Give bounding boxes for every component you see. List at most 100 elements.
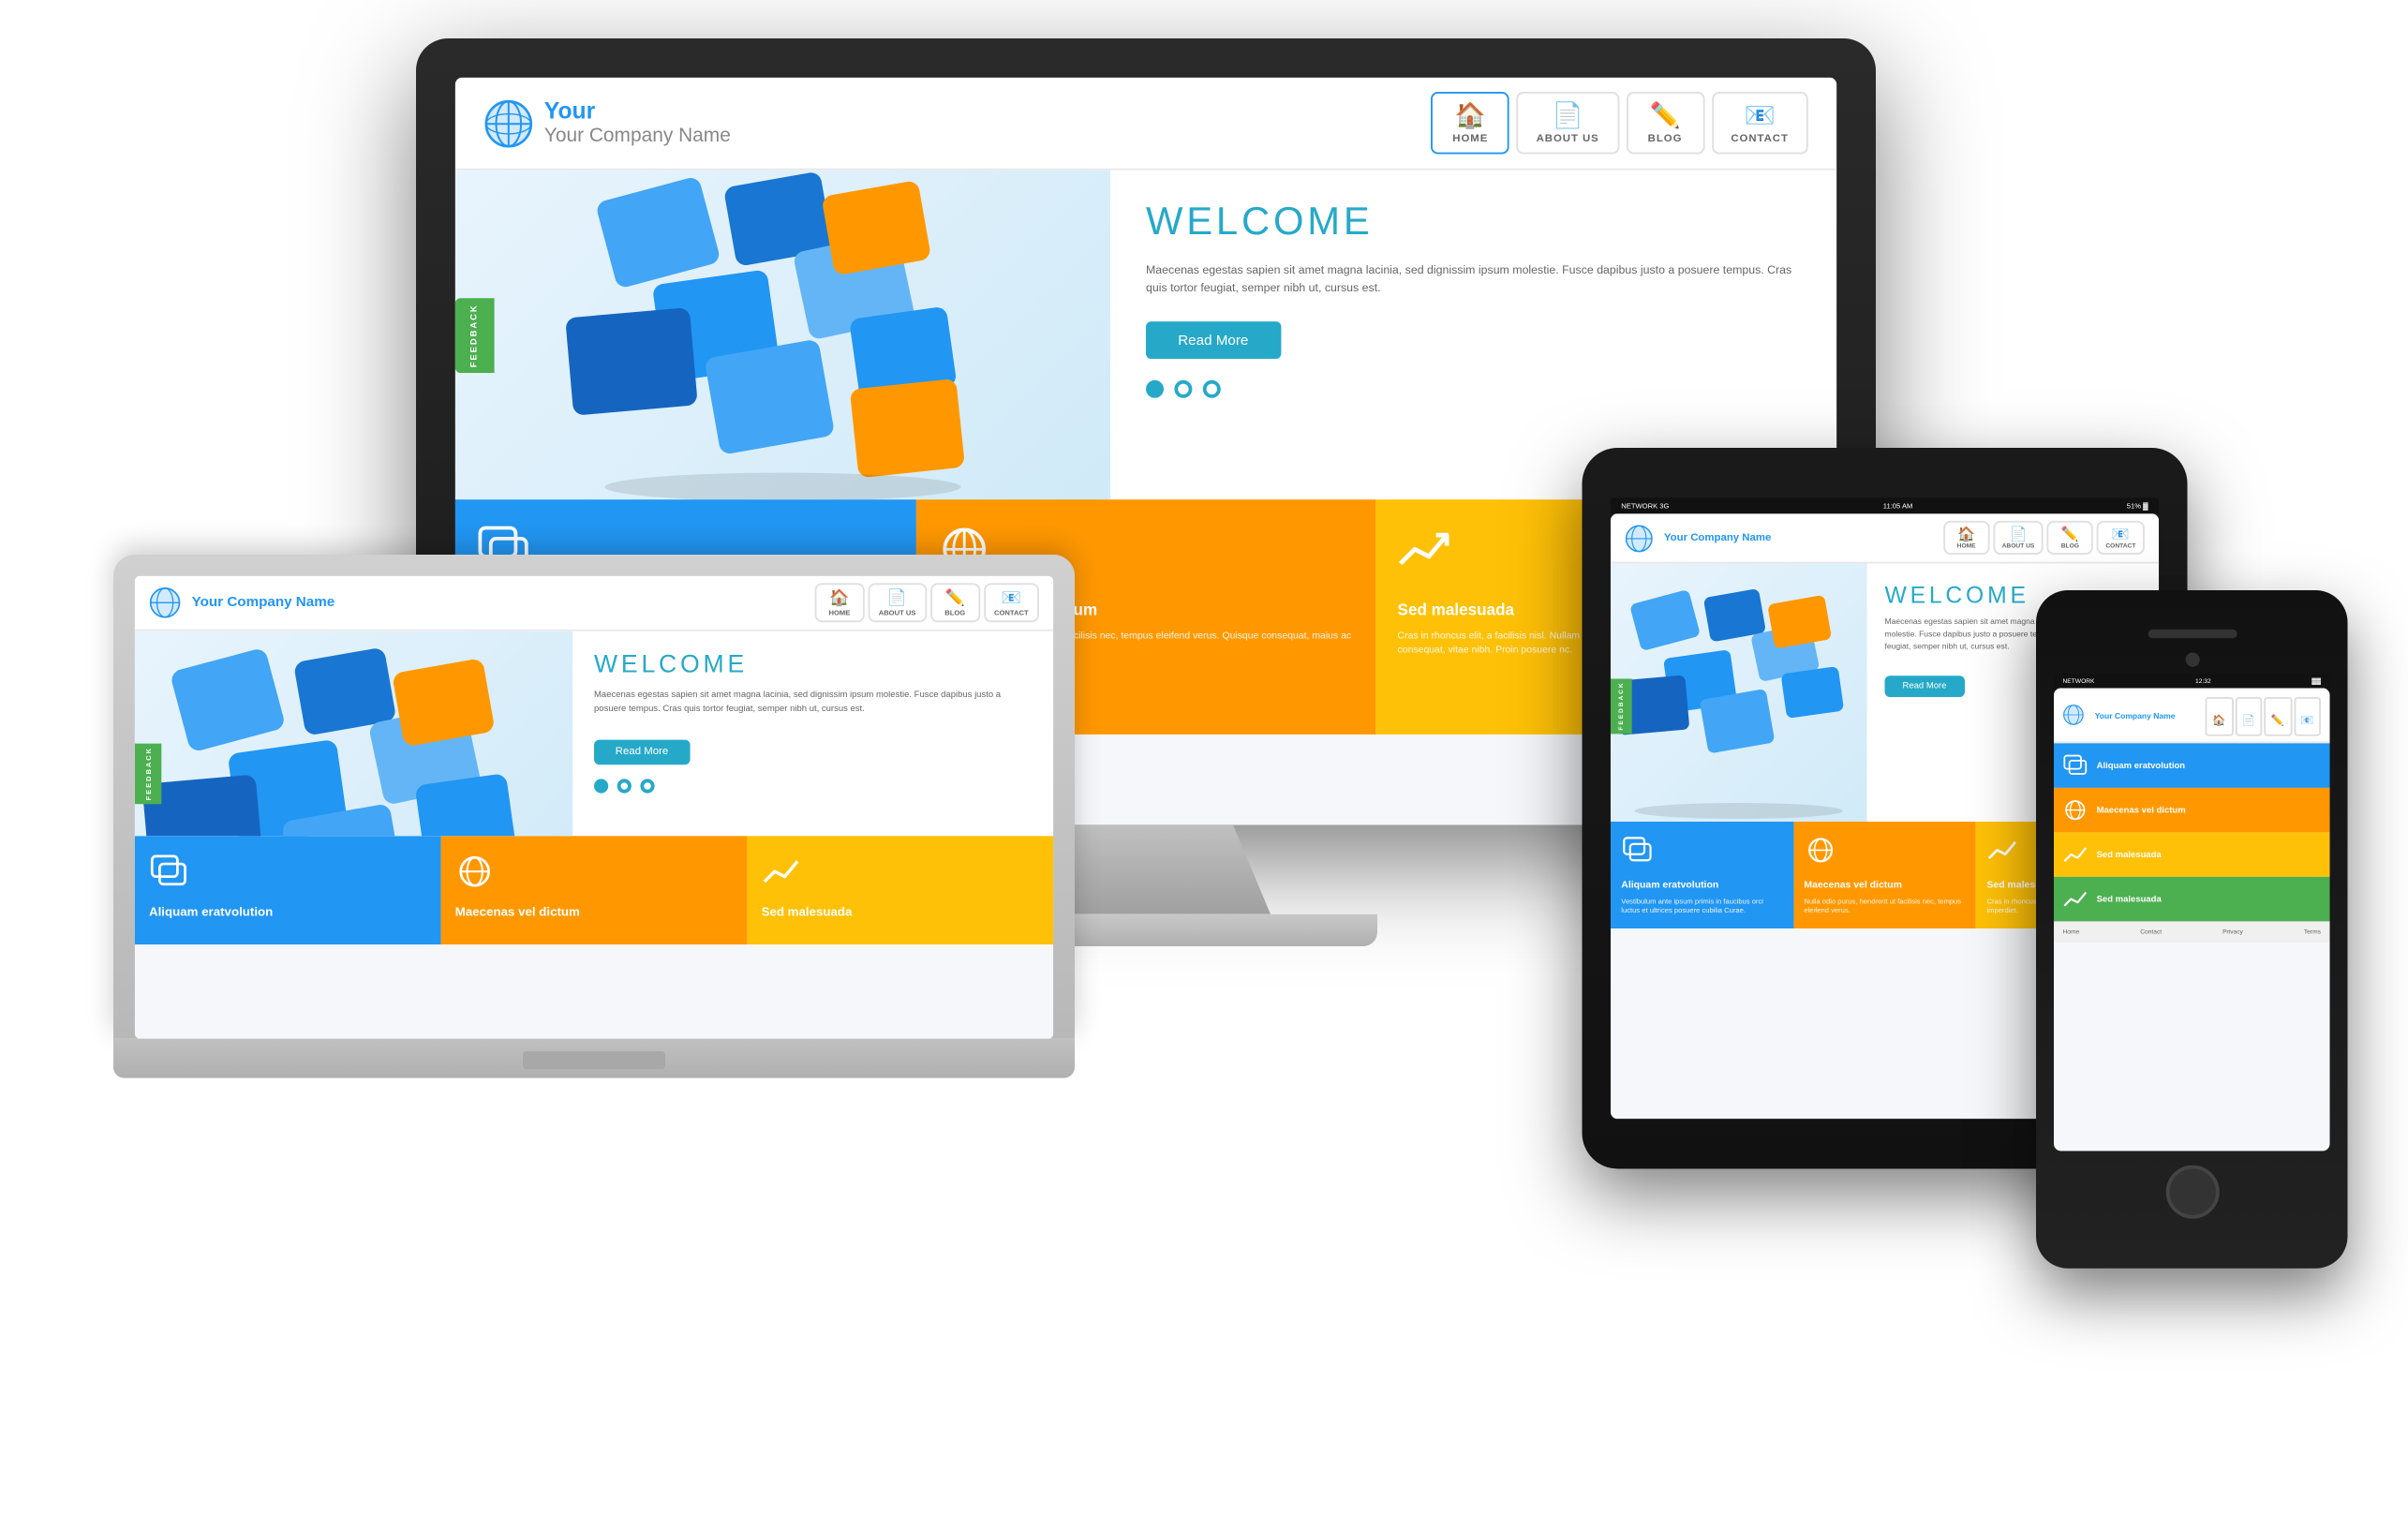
laptop-nav-about[interactable]: 📄 ABOUT US <box>869 583 927 622</box>
phone-nav-home[interactable]: 🏠 <box>2206 697 2233 736</box>
tablet-feature-2-title: Maecenas vel dictum <box>1805 880 1966 890</box>
laptop-dots <box>594 779 1032 793</box>
scene: Your Your Company Name 🏠 HOME 📄 <box>60 38 2348 1491</box>
laptop-feature-1: Aliquam eratvolution <box>135 836 441 944</box>
site-nav: 🏠 HOME 📄 ABOUT US ✏️ BLOG <box>1432 92 1808 155</box>
hero-image: FEEDBACK <box>455 170 1110 499</box>
laptop-about-icon: 📄 <box>887 588 907 608</box>
phone-camera <box>2185 652 2199 666</box>
nav-contact[interactable]: 📧 CONTACT <box>1712 92 1808 155</box>
laptop-nav-blog[interactable]: ✏️ BLOG <box>930 583 980 622</box>
laptop-hero-image: FEEDBACK <box>135 631 572 836</box>
laptop-features: Aliquam eratvolution Maecenas vel dictum <box>135 836 1053 944</box>
phone-logo-icon <box>2063 704 2085 725</box>
phone-feature-3-icon <box>2063 843 2088 867</box>
website-laptop: Your Company Name 🏠 HOME 📄 ABOUT US <box>135 576 1053 1039</box>
laptop-feedback-tab[interactable]: FEEDBACK <box>135 743 162 804</box>
tablet-about-icon: 📄 <box>2010 526 2028 542</box>
laptop-feature-2: Maecenas vel dictum <box>441 836 748 944</box>
tablet-hero-image: FEEDBACK <box>1611 563 1867 822</box>
phone-network: NETWORK <box>2063 677 2095 685</box>
site-header: Your Your Company Name 🏠 HOME 📄 <box>455 78 1836 171</box>
tablet-contact-label: CONTACT <box>2106 542 2136 549</box>
tablet-feature-3-icon <box>1987 836 2019 864</box>
logo-company: Your Company Name <box>544 125 731 146</box>
laptop-nav-contact-label: CONTACT <box>994 608 1029 617</box>
dot-3 <box>1203 379 1221 397</box>
tablet-nav-home[interactable]: 🏠 HOME <box>1943 521 1989 555</box>
tablet-battery: 51% ▓ <box>2127 501 2148 511</box>
phone-nav-contact[interactable]: 📧 <box>2294 697 2321 736</box>
logo-your: Your <box>544 97 731 126</box>
laptop-header: Your Company Name 🏠 HOME 📄 ABOUT US <box>135 576 1053 631</box>
tablet-feature-1-title: Aliquam eratvolution <box>1622 880 1783 890</box>
tablet-network: NETWORK 3G <box>1622 501 1670 511</box>
logo-globe-icon <box>483 97 533 147</box>
tablet-nav-blog[interactable]: ✏️ BLOG <box>2047 521 2093 555</box>
laptop-dot-3 <box>641 779 655 793</box>
phone-footer-terms: Terms <box>2304 928 2321 936</box>
read-more-button[interactable]: Read More <box>1146 320 1281 358</box>
phone-feature-1-icon <box>2063 754 2088 778</box>
nav-about[interactable]: 📄 ABOUT US <box>1517 92 1619 155</box>
tablet-feedback-tab[interactable]: FEEDBACK <box>1611 677 1632 734</box>
phone-time: 12:32 <box>2195 677 2211 685</box>
phone-home-button[interactable] <box>2165 1165 2219 1218</box>
laptop-logo-icon <box>149 586 181 618</box>
website-phone: Your Company Name 🏠 📄 ✏️ <box>2054 688 2330 1150</box>
tablet-header: Your Company Name 🏠 HOME 📄 ABOUT US <box>1611 513 2159 563</box>
tablet-logo-icon <box>1625 524 1653 552</box>
tablet-nav-contact[interactable]: 📧 CONTACT <box>2097 521 2145 555</box>
laptop-logo: Your Company Name <box>149 586 334 618</box>
tablet-feature-1-icon <box>1622 836 1654 864</box>
logo-text: Your Your Company Name <box>544 97 731 149</box>
nav-home[interactable]: 🏠 HOME <box>1432 92 1510 155</box>
nav-home-label: HOME <box>1453 134 1489 144</box>
laptop-contact-icon: 📧 <box>1002 588 1021 608</box>
laptop-logo-text: Your Company Name <box>192 594 335 611</box>
tablet-feature-2-icon <box>1805 836 1836 864</box>
phone-home-icon: 🏠 <box>2212 717 2225 727</box>
phone-footer-contact: Contact <box>2140 928 2162 936</box>
feedback-tab[interactable]: FEEDBACK <box>455 297 495 371</box>
tablet-feature-2-text: Nulla odio purus, hendrerit ut facilisis… <box>1805 897 1966 914</box>
nav-about-label: ABOUT US <box>1537 134 1599 144</box>
home-icon: 🏠 <box>1455 100 1486 130</box>
phone-feature-3-title: Sed malesuada <box>2097 849 2162 859</box>
tablet-nav-about[interactable]: 📄 ABOUT US <box>1993 521 2044 555</box>
laptop-nav-blog-label: BLOG <box>944 608 965 617</box>
phone-footer: Home Contact Privacy Terms <box>2054 921 2330 943</box>
phone-status-bar: NETWORK 12:32 ▓▓ <box>2054 674 2330 688</box>
tablet-status-bar: NETWORK 3G 11:05 AM 51% ▓ <box>1611 497 2159 513</box>
phone-nav-blog[interactable]: ✏️ <box>2265 697 2292 736</box>
nav-contact-label: CONTACT <box>1732 134 1790 144</box>
nav-blog[interactable]: ✏️ BLOG <box>1627 92 1705 155</box>
phone-feature-4: Sed malesuada <box>2054 877 2330 922</box>
phone-about-icon: 📄 <box>2242 717 2255 727</box>
laptop-lid: Your Company Name 🏠 HOME 📄 ABOUT US <box>113 555 1075 1039</box>
tablet-logo: Your Company Name <box>1625 524 1771 552</box>
site-logo: Your Your Company Name <box>483 97 731 149</box>
tablet-blog-icon: ✏️ <box>2061 526 2079 542</box>
tablet-read-more-button[interactable]: Read More <box>1885 675 1965 697</box>
laptop-feature-2-title: Maecenas vel dictum <box>455 907 733 919</box>
phone-header: Your Company Name 🏠 📄 ✏️ <box>2054 688 2330 743</box>
phone-feature-1-title: Aliquam eratvolution <box>2097 760 2185 770</box>
laptop-hero: FEEDBACK <box>135 631 1053 836</box>
phone-battery: ▓▓ <box>2312 677 2322 685</box>
phone-nav-about[interactable]: 📄 <box>2235 697 2262 736</box>
laptop-feature-2-icon <box>455 854 733 898</box>
laptop-nav-home[interactable]: 🏠 HOME <box>815 583 865 622</box>
laptop-nav-contact[interactable]: 📧 CONTACT <box>984 583 1039 622</box>
contact-icon: 📧 <box>1745 100 1776 130</box>
laptop-read-more-button[interactable]: Read More <box>594 739 690 764</box>
laptop-feature-3-icon <box>762 854 1039 898</box>
phone-feature-4-icon <box>2063 887 2088 911</box>
phone-logo: Your Company Name <box>2063 704 2176 725</box>
phone-feature-2-icon <box>2063 798 2088 822</box>
phone-logo-text: Your Company Name <box>2095 710 2176 720</box>
nav-blog-label: BLOG <box>1648 134 1683 144</box>
laptop-blog-icon: ✏️ <box>945 588 965 608</box>
laptop-logo-strong: Your Company Name <box>192 594 335 611</box>
laptop-dot-1 <box>594 779 608 793</box>
